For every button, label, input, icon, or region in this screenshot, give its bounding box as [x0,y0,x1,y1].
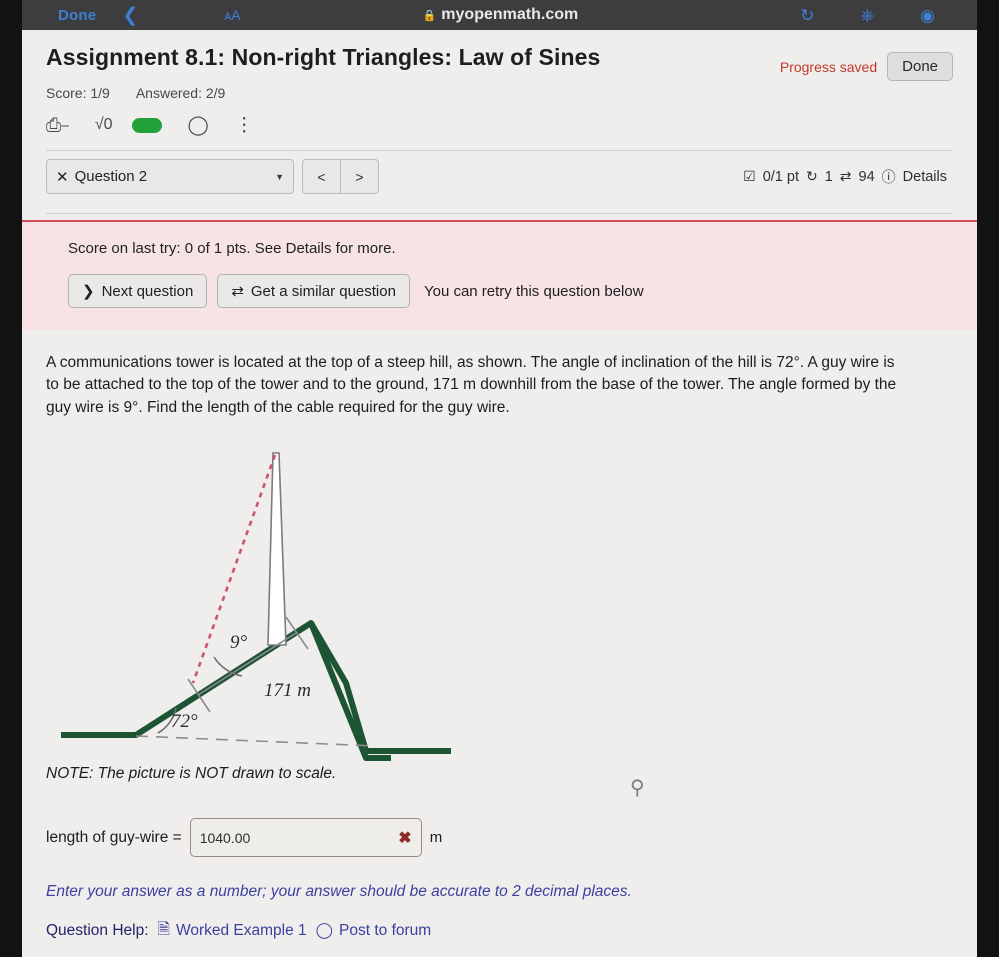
green-toggle-icon[interactable] [131,117,162,133]
score-alert-panel: Score on last try: 0 of 1 pts. See Detai… [22,220,977,330]
versions-count: 94 [858,168,875,185]
address-bar[interactable]: 🔒 myopenmath.com [201,6,801,24]
details-link[interactable]: Details [903,169,947,185]
close-icon[interactable]: ✕ [56,168,69,186]
answered-text: Answered: 2/9 [135,85,226,101]
distance-tick-right [285,616,309,650]
distance-tick-left [187,678,211,713]
hill-right-slope [308,621,451,755]
last-try-score: Score on last try: 0 of 1 pts. See Detai… [68,240,396,257]
get-similar-label: Get a similar question [250,282,396,300]
score-summary: Score: 1/9 Answered: 2/9 [46,85,953,101]
question-help-label: Question Help: [46,921,149,939]
question-select-value: Question 2 [74,168,148,185]
chat-bubble-icon[interactable]: ◯ [188,116,209,135]
answer-unit: m [429,829,443,847]
checkbox-icon: ☑ [743,168,756,184]
baseline-dashed [135,735,377,748]
next-question-button[interactable]: > [341,159,379,194]
phone-screen: Done ❮ ᴀA 🔒 myopenmath.com ↻ ⎈ ◉ Assignm… [0,0,999,957]
browser-actions: ↻ ⎈ ◉ [800,7,935,24]
magnifier-icon[interactable]: ⚲ [630,775,645,800]
x-mark-icon: ✖ [398,829,412,847]
question-nav: ✕ Question 2 ▼ < > [46,159,379,194]
angle-label-9: 9° [230,632,248,653]
scale-note: NOTE: The picture is NOT drawn to scale. [46,765,337,783]
score-text: Score: 1/9 [46,85,110,101]
chevron-right-icon: ❯ [82,283,95,300]
angle-label-72: 72° [171,711,198,732]
assignment-toolbar: ⎙⎯ √0 ◯ ⋮ [46,110,953,140]
document-icon: 🗎 [157,921,170,939]
answer-row: length of guy-wire = 1040.00 ✖ m [46,818,953,858]
address-bar-text: myopenmath.com [441,6,579,23]
worked-example-label: Worked Example 1 [176,921,307,939]
page-title: Assignment 8.1: Non-right Triangles: Law… [46,44,601,70]
post-to-forum-link[interactable]: ◯ Post to forum [316,921,432,940]
radical-icon[interactable]: √0 [95,116,113,134]
compass-icon[interactable]: ◉ [920,7,935,24]
hill-outline [61,620,391,762]
web-page: Assignment 8.1: Non-right Triangles: Law… [22,30,977,957]
share-icon[interactable]: ⎈ [861,7,875,24]
prev-question-button[interactable]: < [302,159,341,194]
next-question-button-alert[interactable]: ❯ Next question [68,274,208,308]
assignment-status: Progress saved Done [780,44,953,81]
browser-done-button[interactable]: Done [58,7,96,24]
answer-input[interactable]: 1040.00 ✖ [189,818,422,858]
attempts-count: 1 [824,168,833,185]
reload-icon[interactable]: ↻ [800,7,814,24]
worked-example-link[interactable]: 🗎 Worked Example 1 [158,917,307,944]
lock-icon: 🔒 [422,9,437,22]
alert-actions: ❯ Next question ⇄ Get a similar question… [68,274,953,308]
question-body: A communications tower is located at the… [46,354,897,416]
divider-2 [46,213,953,214]
swap-arrows-icon: ⇄ [839,168,852,184]
browser-back-icon[interactable]: ❮ [122,6,138,25]
points-badge: 0/1 pt [762,168,799,185]
post-to-forum-label: Post to forum [339,921,432,939]
distance-label: 171 m [264,680,311,701]
tower-shape [267,452,287,647]
chat-bubble-icon-help: ◯ [315,922,334,940]
info-icon[interactable]: ⓘ [882,167,896,187]
question-pager: < > [302,159,379,194]
question-nav-row: ✕ Question 2 ▼ < > ☑ 0/1 pt ↻ 1 ⇄ 94 ⓘ D… [46,151,953,203]
answer-label: length of guy-wire = [46,828,182,846]
printer-icon[interactable]: ⎙⎯ [46,116,69,135]
assignment-header: Assignment 8.1: Non-right Triangles: Law… [46,30,953,81]
swap-arrows-icon-alert: ⇄ [231,283,244,300]
figure-diagram: 9° 171 m 72° [46,433,953,763]
answer-value: 1040.00 [199,829,251,846]
undo-arrow-icon: ↻ [805,168,818,184]
question-help-row: Question Help: 🗎 Worked Example 1 ◯ Post… [46,917,953,944]
progress-saved-text: Progress saved [779,58,878,75]
more-vertical-icon[interactable]: ⋮ [235,116,254,135]
browser-toolbar: Done ❮ ᴀA 🔒 myopenmath.com ↻ ⎈ ◉ [22,0,977,30]
triangle-diagram-svg: 9° 171 m 72° [61,452,451,762]
question-meta: ☑ 0/1 pt ↻ 1 ⇄ 94 ⓘ Details [743,167,953,187]
chevron-down-icon: ▼ [275,171,284,182]
retry-note: You can retry this question below [423,282,644,300]
get-similar-question-button[interactable]: ⇄ Get a similar question [217,274,410,308]
question-select[interactable]: ✕ Question 2 ▼ [46,159,294,194]
next-question-label: Next question [101,282,194,300]
answer-hint: Enter your answer as a number; your answ… [46,883,632,901]
done-button[interactable]: Done [887,52,953,81]
